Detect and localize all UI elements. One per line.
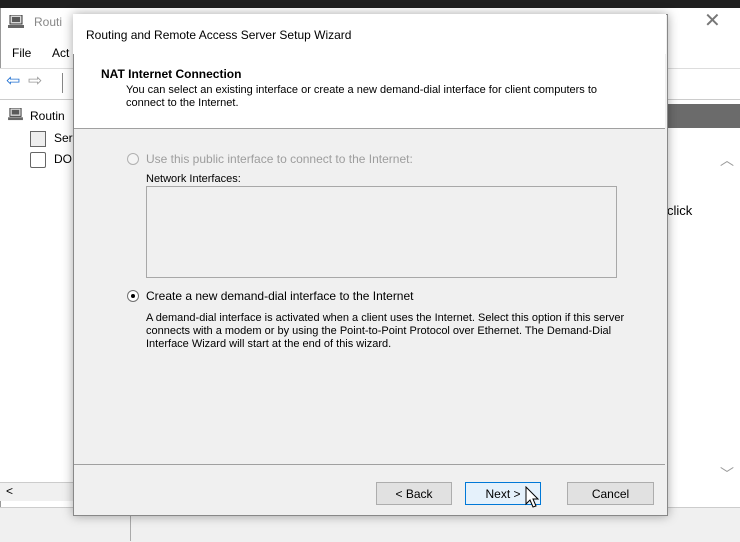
- taskbar-strip: [0, 0, 740, 8]
- rras-root-icon: [8, 108, 23, 121]
- public-interface-label: Use this public interface to connect to …: [146, 152, 413, 166]
- back-button[interactable]: < Back: [376, 482, 452, 505]
- page-subheading: You can select an existing interface or …: [126, 84, 598, 109]
- cancel-button[interactable]: Cancel: [567, 482, 654, 505]
- wizard-title: Routing and Remote Access Server Setup W…: [86, 28, 352, 42]
- scroll-up-icon[interactable]: ︿: [720, 150, 734, 170]
- page-heading: NAT Internet Connection: [101, 67, 242, 81]
- tree-item-server-status[interactable]: Ser: [54, 131, 73, 145]
- radio-selected-dot: [131, 294, 135, 298]
- details-text: click: [667, 203, 693, 218]
- toolbar-separator: [62, 73, 63, 93]
- menu-action[interactable]: Act: [52, 46, 69, 60]
- server-down-icon: [30, 152, 46, 168]
- mouse-cursor-icon: [525, 486, 540, 508]
- footer-divider: [74, 464, 665, 465]
- public-interface-radio[interactable]: [127, 153, 139, 165]
- rras-app-icon: [8, 15, 24, 28]
- network-interfaces-label: Network Interfaces:: [146, 173, 241, 185]
- network-interfaces-list[interactable]: [146, 186, 617, 278]
- tree-item-routing[interactable]: Routin: [30, 109, 65, 123]
- tree-item-server[interactable]: DO: [54, 152, 72, 166]
- mmc-window-title: Routi: [34, 15, 63, 29]
- forward-arrow-icon[interactable]: ⇨: [28, 71, 42, 91]
- server-status-icon: [30, 131, 46, 147]
- details-header: [666, 104, 740, 128]
- demand-dial-label[interactable]: Create a new demand-dial interface to th…: [146, 289, 414, 303]
- back-arrow-icon[interactable]: ⇦: [6, 71, 20, 91]
- status-bar-divider: [130, 515, 131, 541]
- menu-file[interactable]: File: [12, 46, 31, 60]
- close-icon[interactable]: ✕: [704, 8, 721, 32]
- scroll-down-icon[interactable]: ﹀: [720, 464, 734, 484]
- scroll-left-icon[interactable]: <: [6, 484, 13, 498]
- demand-dial-description: A demand-dial interface is activated whe…: [146, 312, 625, 350]
